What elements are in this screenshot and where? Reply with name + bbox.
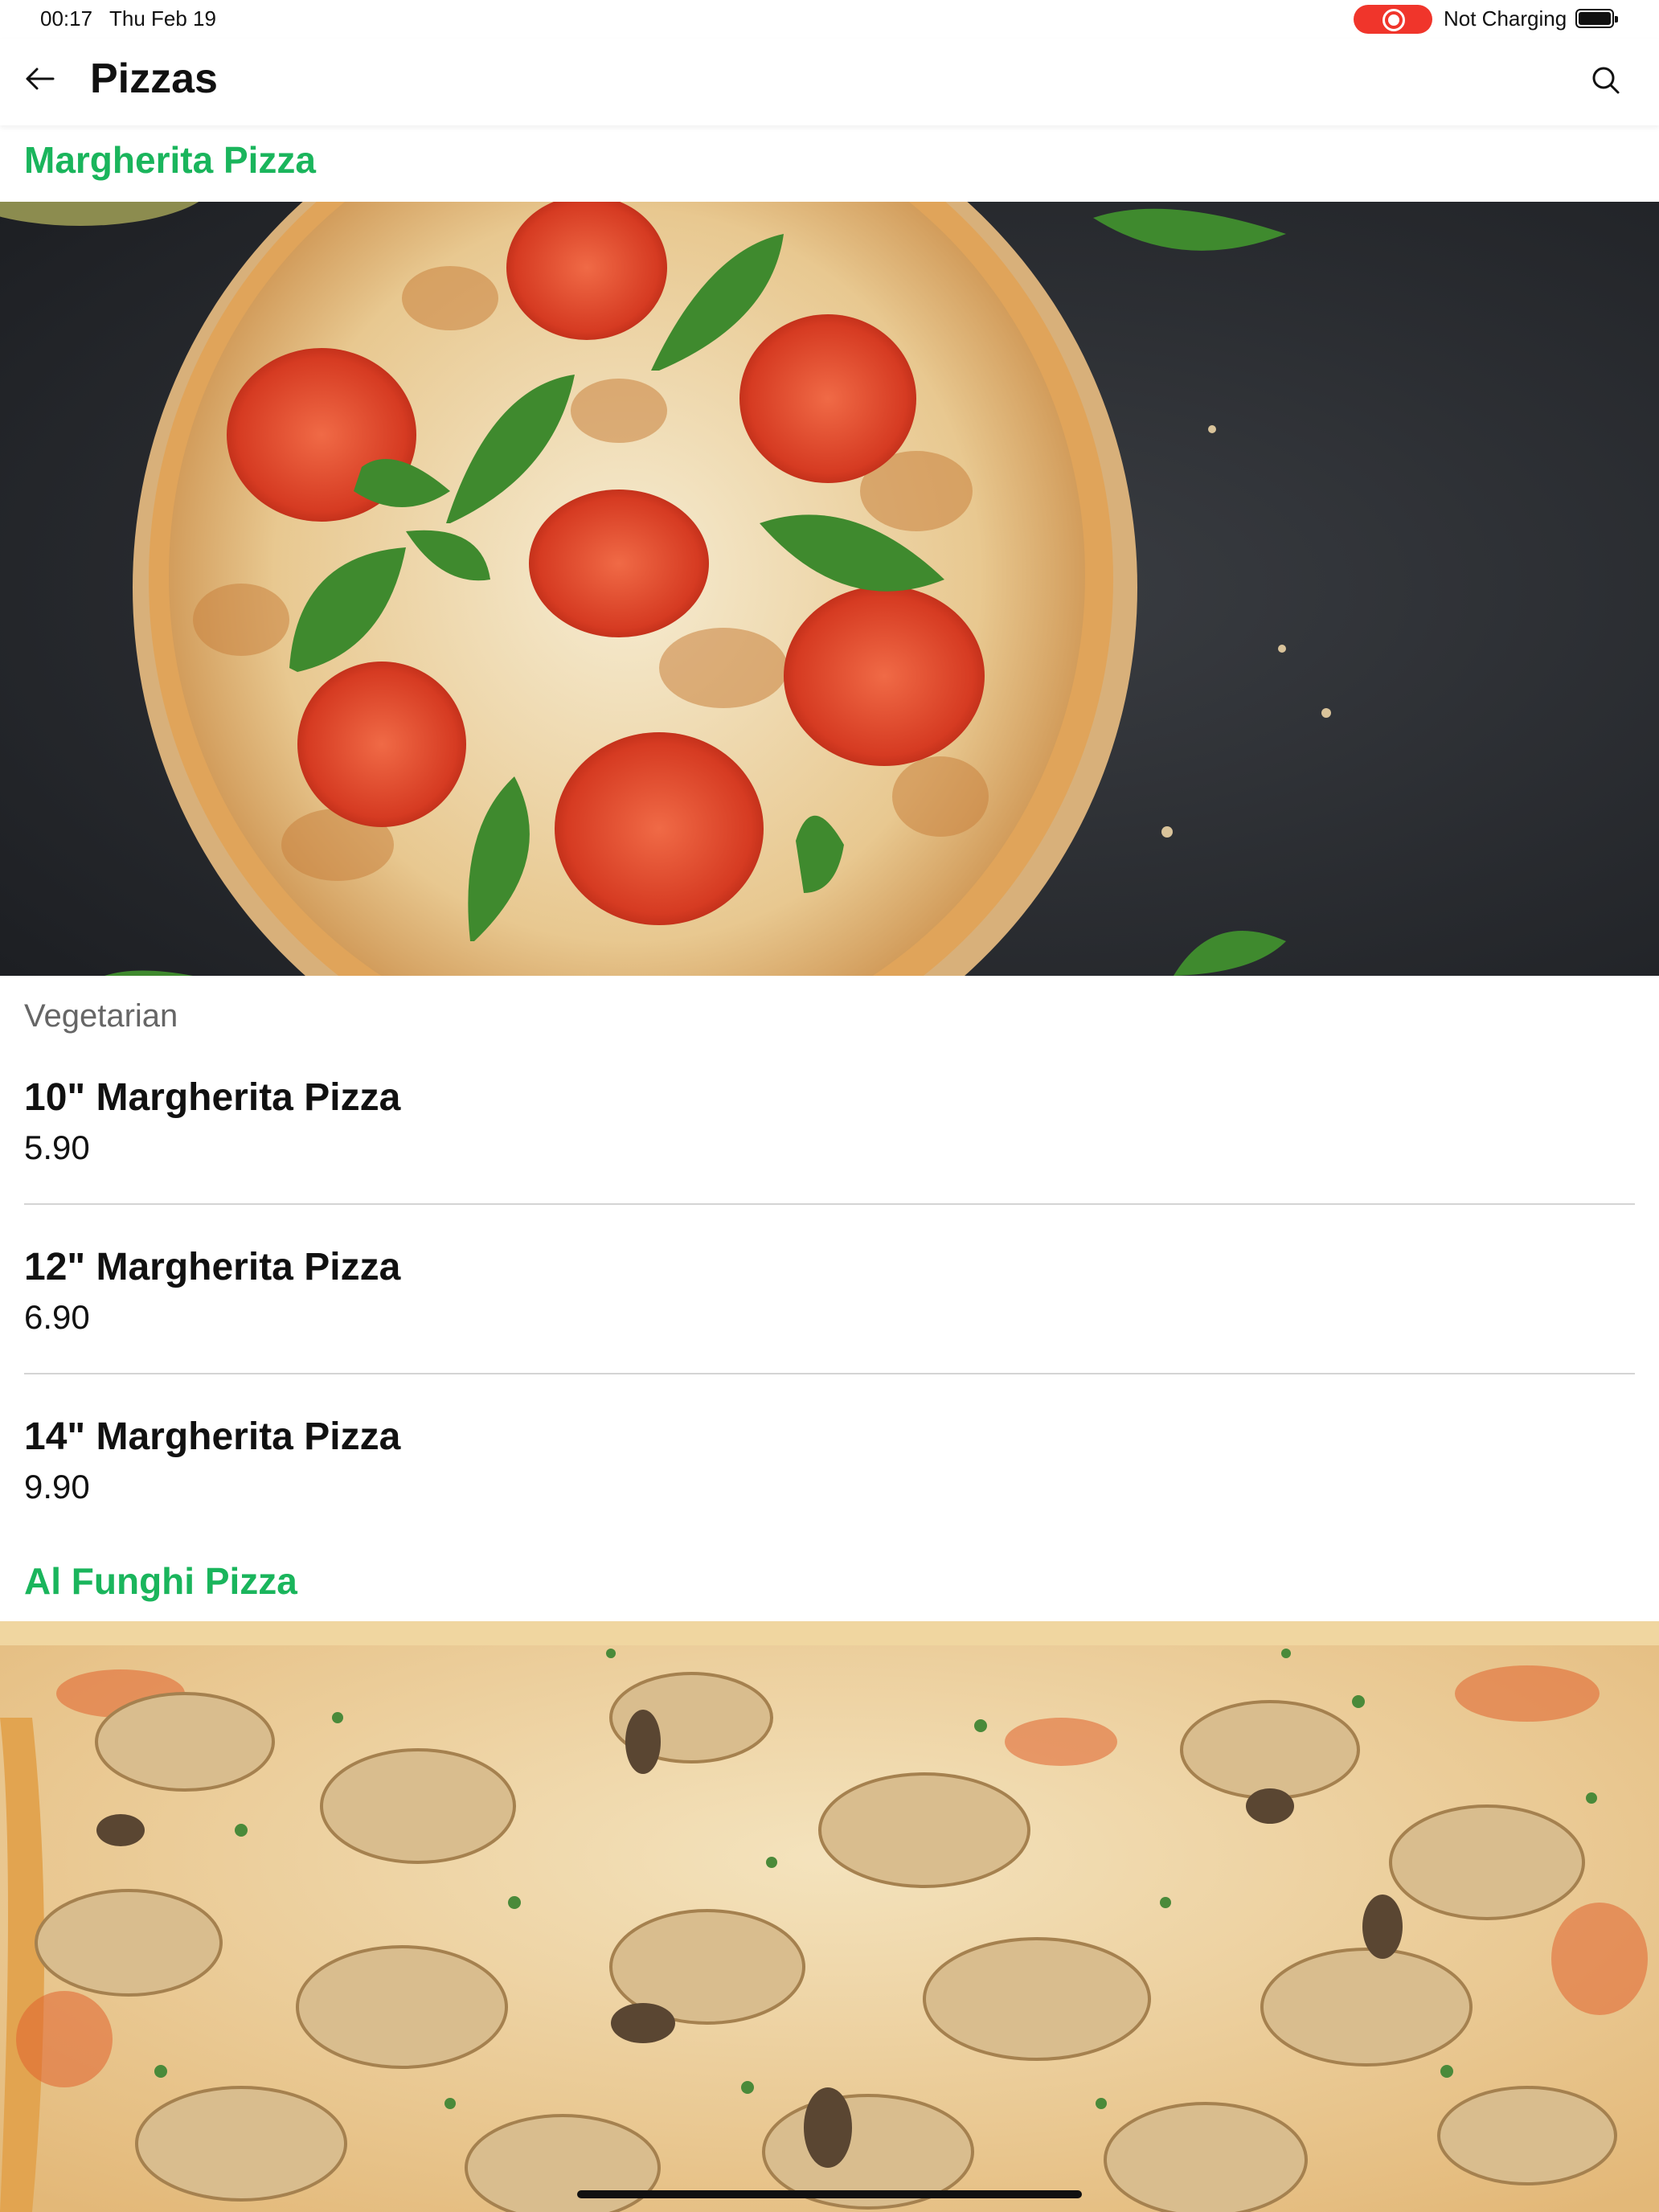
back-button[interactable] — [18, 56, 63, 101]
al-funghi-pizza-image[interactable] — [0, 1621, 1659, 2212]
battery-status: Not Charging — [1444, 6, 1567, 31]
category-label: Vegetarian — [24, 998, 178, 1034]
section-title-al-funghi: Al Funghi Pizza — [24, 1560, 297, 1602]
margherita-pizza-image[interactable] — [0, 202, 1659, 976]
divider — [24, 1203, 1635, 1205]
section-title-margherita: Margherita Pizza — [24, 139, 316, 181]
search-icon — [1592, 67, 1620, 94]
search-button[interactable] — [1583, 58, 1628, 103]
screen-recording-icon[interactable] — [1354, 5, 1432, 34]
menu-item[interactable]: 12" Margherita Pizza 6.90 — [0, 1245, 1659, 1414]
item-price: 6.90 — [24, 1298, 90, 1336]
item-price: 5.90 — [24, 1129, 90, 1166]
home-indicator[interactable] — [577, 2190, 1082, 2198]
app-bar: Pizzas — [0, 39, 1659, 125]
status-date: Thu Feb 19 — [109, 6, 216, 31]
status-bar: 00:17 Thu Feb 19 Not Charging — [0, 0, 1659, 39]
arrow-left-icon — [26, 68, 55, 90]
item-price: 9.90 — [24, 1468, 90, 1505]
menu-item[interactable]: 10" Margherita Pizza 5.90 — [0, 1075, 1659, 1244]
item-name: 14" Margherita Pizza — [24, 1415, 401, 1458]
battery-icon — [1575, 9, 1618, 28]
item-name: 12" Margherita Pizza — [24, 1246, 401, 1288]
divider — [24, 1373, 1635, 1374]
menu-item[interactable]: 14" Margherita Pizza 9.90 — [0, 1415, 1659, 1583]
item-name: 10" Margherita Pizza — [24, 1076, 401, 1119]
status-time: 00:17 — [40, 6, 93, 31]
page-title: Pizzas — [90, 55, 218, 102]
